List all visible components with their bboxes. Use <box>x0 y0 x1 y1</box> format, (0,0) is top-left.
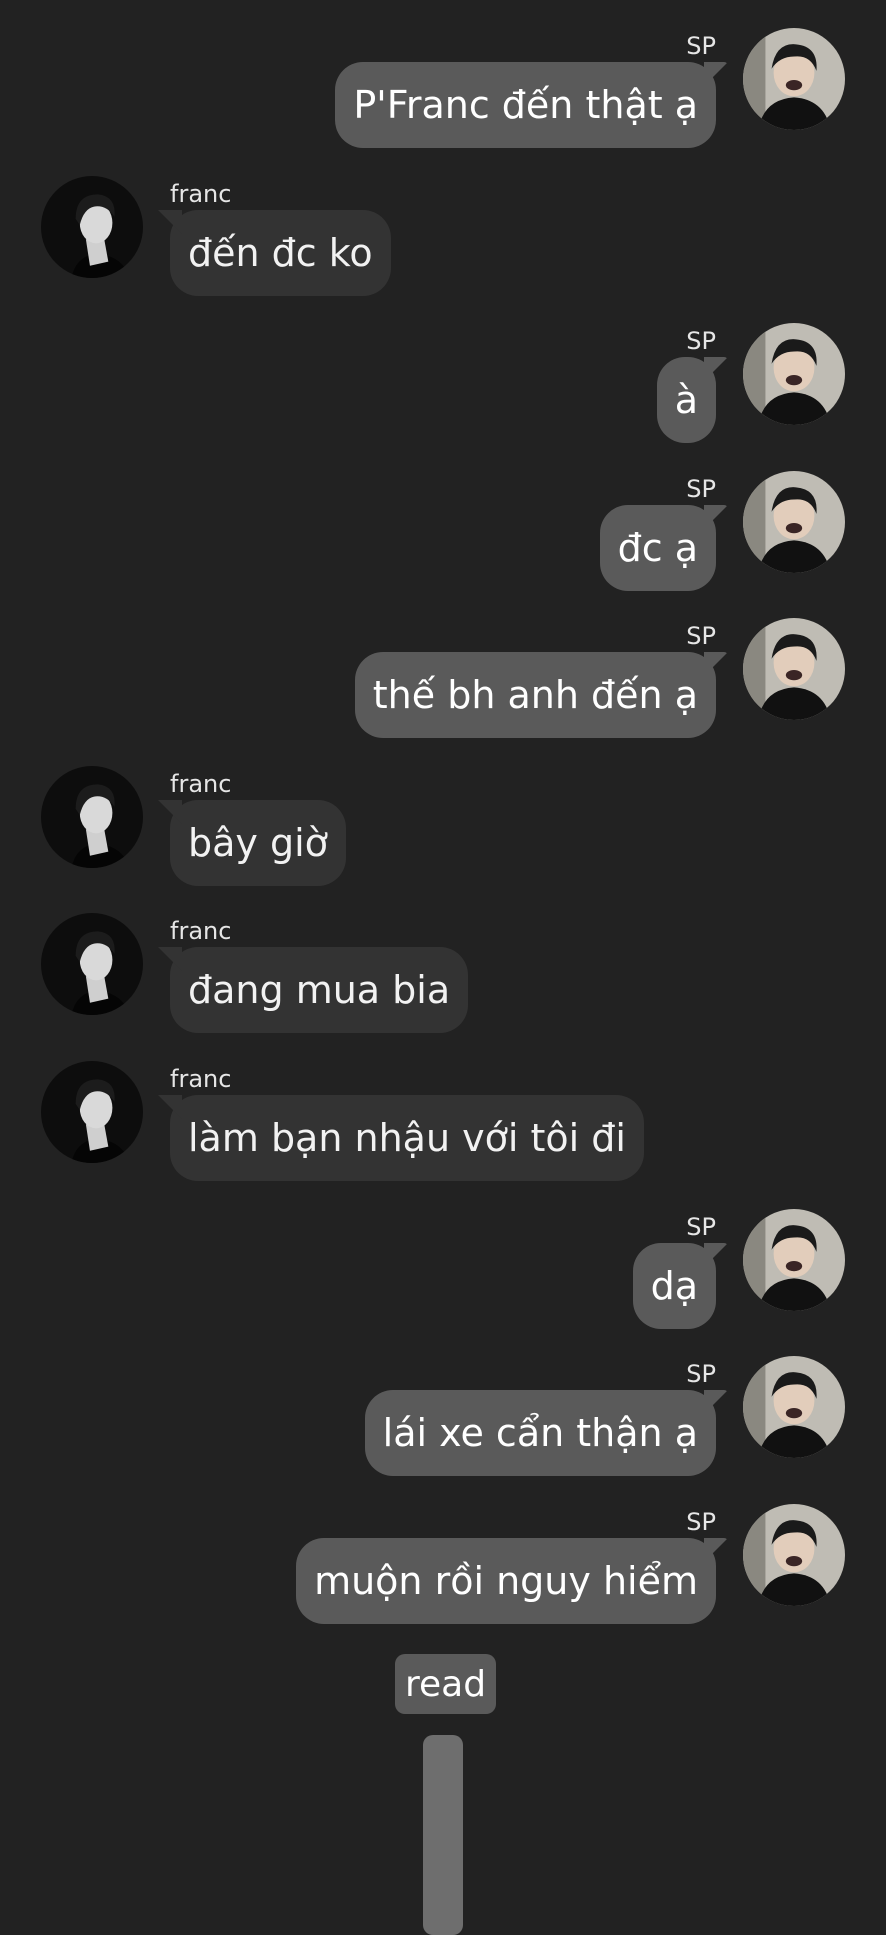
bubble-tail <box>704 1390 728 1414</box>
sp-avatar[interactable] <box>743 471 845 573</box>
franc-avatar-icon <box>41 176 143 278</box>
message-text: muộn rồi nguy hiểm <box>314 1559 698 1603</box>
bubble-tail <box>704 1243 728 1267</box>
sp-avatar-icon <box>743 1504 845 1606</box>
franc-avatar-icon <box>41 766 143 868</box>
message-bubble[interactable]: P'Franc đến thật ạ <box>335 62 728 148</box>
message-text: dạ <box>650 1264 698 1308</box>
message-text: lái xe cẩn thận ạ <box>382 1411 698 1455</box>
message-row: franc bây giờ <box>0 766 886 896</box>
franc-avatar[interactable] <box>41 1061 143 1163</box>
message-row: SP P'Franc đến thật ạ <box>0 28 886 158</box>
message-bubble[interactable]: làm bạn nhậu với tôi đi <box>158 1095 644 1181</box>
franc-avatar-icon <box>41 1061 143 1163</box>
sp-avatar[interactable] <box>743 323 845 425</box>
franc-avatar[interactable] <box>41 913 143 1015</box>
sp-avatar-icon <box>743 1209 845 1311</box>
message-row: SP lái xe cẩn thận ạ <box>0 1356 886 1486</box>
sp-avatar[interactable] <box>743 618 845 720</box>
bubble-tail <box>158 800 182 824</box>
message-text: làm bạn nhậu với tôi đi <box>188 1116 626 1160</box>
bubble-tail <box>158 1095 182 1119</box>
sender-name: franc <box>170 1065 232 1093</box>
message-row: SP à <box>0 323 886 453</box>
sp-avatar-icon <box>743 1356 845 1458</box>
franc-avatar-icon <box>41 913 143 1015</box>
bubble-tail <box>704 357 728 381</box>
sender-name: SP <box>686 1360 716 1388</box>
message-text: đang mua bia <box>188 968 451 1012</box>
bubble-tail <box>158 947 182 971</box>
message-bubble[interactable]: đc ạ <box>599 505 728 591</box>
sp-avatar-icon <box>743 618 845 720</box>
franc-avatar[interactable] <box>41 176 143 278</box>
sp-avatar[interactable] <box>743 1209 845 1311</box>
message-text: đc ạ <box>617 526 698 570</box>
bubble-tail <box>704 505 728 529</box>
sender-name: franc <box>170 770 232 798</box>
message-row: franc đang mua bia <box>0 913 886 1043</box>
sp-avatar-icon <box>743 471 845 573</box>
message-row: franc làm bạn nhậu với tôi đi <box>0 1061 886 1191</box>
message-bubble[interactable]: à <box>656 357 728 443</box>
message-bubble[interactable]: dạ <box>632 1243 728 1329</box>
message-row: franc đến đc ko <box>0 176 886 306</box>
sp-avatar-icon <box>743 28 845 130</box>
message-row: SP dạ <box>0 1209 886 1339</box>
bubble-tail <box>704 1538 728 1562</box>
franc-avatar[interactable] <box>41 766 143 868</box>
sp-avatar[interactable] <box>743 1356 845 1458</box>
message-bubble[interactable]: đến đc ko <box>158 210 391 296</box>
message-row: SP đc ạ <box>0 471 886 601</box>
message-text: P'Franc đến thật ạ <box>353 83 698 127</box>
scroll-handle[interactable] <box>423 1735 463 1935</box>
message-text: thế bh anh đến ạ <box>372 673 698 717</box>
message-bubble[interactable]: thế bh anh đến ạ <box>354 652 728 738</box>
message-row: SP thế bh anh đến ạ <box>0 618 886 748</box>
sender-name: SP <box>686 622 716 650</box>
bubble-tail <box>704 62 728 86</box>
message-text: bây giờ <box>188 821 328 865</box>
sender-name: SP <box>686 1508 716 1536</box>
sender-name: SP <box>686 475 716 503</box>
sender-name: franc <box>170 180 232 208</box>
message-row: SP muộn rồi nguy hiểm <box>0 1504 886 1634</box>
message-bubble[interactable]: muộn rồi nguy hiểm <box>296 1538 728 1624</box>
sp-avatar-icon <box>743 323 845 425</box>
sender-name: SP <box>686 32 716 60</box>
read-receipt: read <box>395 1654 497 1714</box>
message-text: đến đc ko <box>188 231 373 275</box>
bubble-tail <box>704 652 728 676</box>
sender-name: SP <box>686 1213 716 1241</box>
message-bubble[interactable]: đang mua bia <box>158 947 469 1033</box>
sender-name: franc <box>170 917 232 945</box>
bubble-tail <box>158 210 182 234</box>
sp-avatar[interactable] <box>743 28 845 130</box>
message-bubble[interactable]: lái xe cẩn thận ạ <box>364 1390 728 1476</box>
message-bubble[interactable]: bây giờ <box>158 800 346 886</box>
sender-name: SP <box>686 327 716 355</box>
message-text: à <box>674 378 698 422</box>
sp-avatar[interactable] <box>743 1504 845 1606</box>
